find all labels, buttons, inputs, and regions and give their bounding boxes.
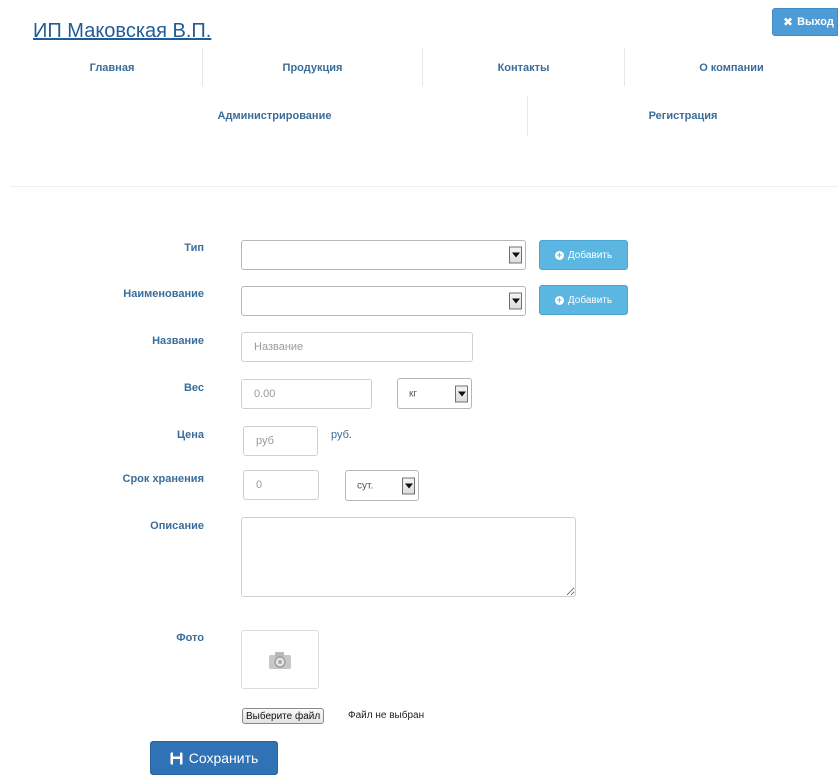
dropdown-arrow-icon [509,246,522,264]
description-textarea[interactable] [241,517,576,597]
title-input[interactable]: Название [241,332,473,362]
logout-label: Выход [797,16,834,28]
logout-button[interactable]: ✖ Выход [772,8,838,36]
camera-icon [269,651,291,669]
weight-unit-value: кг [409,388,418,399]
type-select[interactable] [241,240,526,270]
dropdown-arrow-icon [509,292,522,310]
price-unit: руб. [331,429,352,441]
price-input[interactable]: руб [243,426,318,456]
shelf-life-unit-select[interactable]: сут. [345,470,419,501]
price-label: Цена [176,429,204,441]
weight-unit-select[interactable]: кг [397,378,472,409]
nav-item-about[interactable]: О компании [625,50,838,86]
plus-circle-icon: + [554,294,564,305]
add-name-button[interactable]: + Добавить [539,285,628,315]
nav-item-admin[interactable]: Администрирование [22,98,527,134]
weight-input[interactable]: 0.00 [241,379,372,409]
shelf-life-label: Срок хранения [122,473,205,485]
shelf-life-input[interactable]: 0 [243,470,319,500]
save-label: Сохранить [188,750,259,766]
shelf-life-unit-value: сут. [357,480,374,491]
file-status-text: Файл не выбран [348,710,425,721]
choose-file-button[interactable]: Выберите файл [242,708,325,724]
add-type-button[interactable]: + Добавить [539,240,628,270]
add-name-label: Добавить [567,294,613,306]
close-icon: ✖ [783,15,794,29]
name-label: Наименование [123,288,204,300]
nav-item-home[interactable]: Главная [22,50,202,86]
name-select[interactable] [241,286,526,316]
floppy-disk-icon [170,752,183,764]
photo-preview [241,630,319,689]
header-divider [10,186,838,187]
nav-item-contacts[interactable]: Контакты [423,50,624,86]
site-brand-link[interactable]: ИП Маковская В.П. [33,18,211,44]
dropdown-arrow-icon [455,385,468,402]
type-label: Тип [184,242,204,254]
nav-item-products[interactable]: Продукция [203,50,422,86]
description-label: Описание [150,520,204,532]
add-type-label: Добавить [567,249,613,261]
save-button[interactable]: Сохранить [150,741,278,775]
weight-label: Вес [183,382,204,394]
plus-circle-icon: + [554,249,564,260]
photo-label: Фото [176,632,204,644]
nav-item-register[interactable]: Регистрация [528,98,838,134]
title-label: Название [152,335,204,347]
dropdown-arrow-icon [402,477,415,494]
